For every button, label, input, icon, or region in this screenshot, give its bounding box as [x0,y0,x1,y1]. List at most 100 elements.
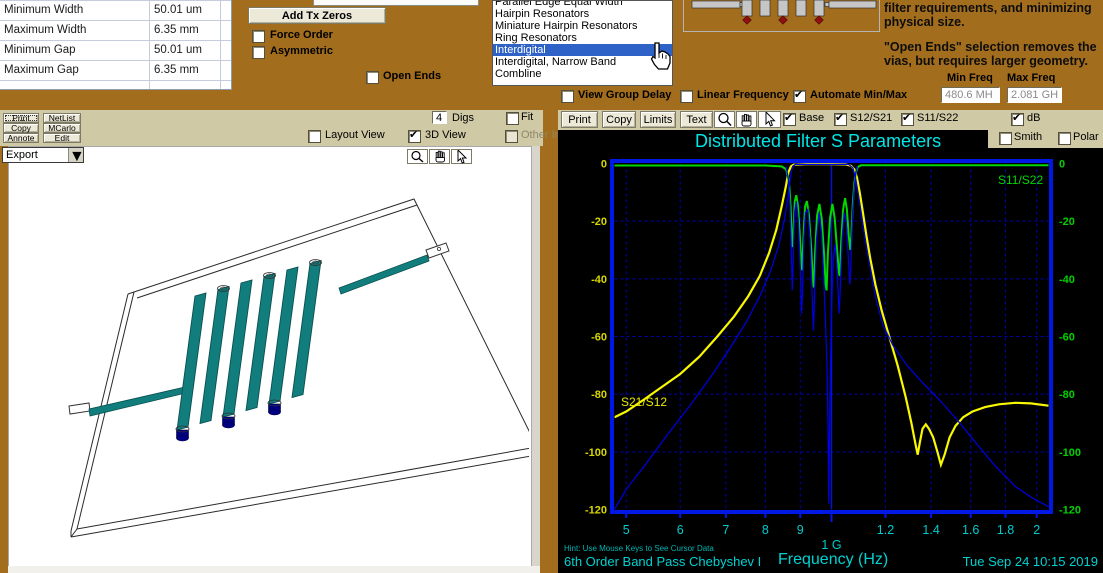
plot-zoom-tool-icon[interactable] [714,111,735,128]
param-value-cell[interactable] [149,81,220,90]
left-button-edit[interactable]: Edit [43,133,81,143]
base-checkbox[interactable]: ✔ [783,113,796,126]
layout-view-label: Layout View [325,129,385,141]
3d-filter-model[interactable] [9,147,529,565]
table-scroll-column[interactable] [220,21,230,40]
table-scroll-column[interactable] [220,1,230,20]
param-label-cell: Minimum Gap [0,41,149,60]
3d-view-panel[interactable] [8,146,540,566]
plot-button-text[interactable]: Text [680,111,713,128]
y-tick-label-left: -60 [591,332,607,344]
param-value-cell[interactable]: 50.01 um [149,41,220,60]
s11-s22-checkbox[interactable]: ✔ [901,113,914,126]
table-row: Minimum Gap50.01 um [0,40,231,60]
db-checkbox[interactable]: ✔ [1011,113,1024,126]
linear-frequency-label: Linear Frequency [697,89,789,101]
x-tick-label: 5 [623,523,630,537]
description-paragraph-1: filter requirements, and minimizing phys… [884,1,1103,29]
table-scroll-column[interactable] [220,41,230,60]
automate-minmax-label: Automate Min/Max [810,89,907,101]
clipped-control [313,0,479,6]
table-row [0,80,231,90]
max-freq-field[interactable]: 2.081 GH [1007,87,1062,103]
plot-button-limits[interactable]: Limits [640,111,676,128]
polar-checkbox[interactable] [1058,132,1071,145]
param-value-cell[interactable]: 6.35 mm [149,61,220,80]
x-tick-label: 9 [797,523,804,537]
y-tick-label-right: 0 [1059,159,1065,171]
smith-checkbox[interactable] [999,132,1012,145]
zoom-tool-icon[interactable] [407,149,428,164]
list-item-0[interactable]: Parallel Edge Equal Width [493,0,672,8]
filter-description: 6th Order Band Pass Chebyshev I [564,554,761,569]
interdigital-schematic [683,0,880,32]
table-row: Maximum Width6.35 mm [0,20,231,40]
y-tick-label-right: -20 [1059,216,1075,228]
other-info-checkbox [505,130,518,143]
hand-cursor-icon [645,42,672,74]
3d-view-hscrollbar[interactable] [8,566,540,573]
x-tick-label: 8 [762,523,769,537]
polar-label: Polar [1073,131,1099,143]
left-button-copy[interactable]: Copy [3,123,39,133]
linear-frequency-checkbox[interactable] [680,90,693,103]
plot-timestamp: Tue Sep 24 10:15 2019 [958,554,1098,569]
x-tick-label: 1.8 [997,523,1014,537]
left-button-annote[interactable]: Annote [3,133,39,143]
x-tick-label: 1 G [821,538,841,552]
table-row: Minimum Width50.01 um [0,0,231,20]
param-value-cell[interactable]: 50.01 um [149,1,220,20]
force-order-label: Force Order [270,29,333,41]
param-label-cell: Maximum Width [0,21,149,40]
dropdown-arrow-icon[interactable]: ▼ [68,148,83,162]
plot-pan-hand-tool-icon[interactable] [736,111,757,128]
3d-view-checkbox[interactable]: ✔ [408,130,421,143]
open-ends-checkbox[interactable] [366,71,379,84]
limits-table: Minimum Width50.01 umMaximum Width6.35 m… [0,0,232,90]
view-group-delay-label: View Group Delay [578,89,671,101]
left-button-print[interactable]: Print [3,113,39,123]
s-parameter-plot[interactable]: 567891 G1.21.41.61.8200-20-20-40-40-60-6… [558,130,1103,573]
x-tick-label: 1.6 [962,523,979,537]
x-axis-title: Frequency (Hz) [778,551,888,569]
table-scroll-column[interactable] [220,61,230,80]
list-item-2[interactable]: Miniature Hairpin Resonators [493,20,672,32]
plot-button-print[interactable]: Print [561,111,598,128]
y-tick-label-left: -40 [591,274,607,286]
param-value-cell[interactable]: 6.35 mm [149,21,220,40]
add-tx-zeros-button[interactable]: Add Tx Zeros [248,7,386,24]
export-dropdown-value: Export [6,149,38,161]
force-order-checkbox[interactable] [252,30,265,43]
3d-view-vscrollbar[interactable] [531,146,540,566]
param-label-cell: Maximum Gap [0,61,149,80]
y-tick-label-right: -100 [1059,447,1081,459]
pan-hand-tool-icon[interactable] [429,149,450,164]
x-tick-label: 1.2 [877,523,894,537]
param-label-cell: Minimum Width [0,1,149,20]
3d-view-label: 3D View [425,129,466,141]
plot-canvas[interactable]: 567891 G1.21.41.61.8200-20-20-40-40-60-6… [558,130,1103,573]
export-dropdown[interactable]: Export ▼ [2,147,84,163]
digs-field[interactable]: 4 [432,111,447,124]
s12-s21-checkbox[interactable]: ✔ [834,113,847,126]
x-tick-label: 6 [677,523,684,537]
table-scroll-column[interactable] [220,81,230,90]
fit-checkbox[interactable] [506,112,519,125]
select-arrow-tool-icon[interactable] [451,149,472,164]
y-tick-label-left: -120 [585,505,607,517]
view-group-delay-checkbox[interactable] [561,90,574,103]
s11-s22-label: S11/S22 [917,112,958,124]
base-label: Base [799,112,824,124]
automate-minmax-checkbox[interactable]: ✔ [793,90,806,103]
left-button-netlist[interactable]: NetList [43,113,81,123]
plot-button-copy[interactable]: Copy [602,111,636,128]
layout-view-checkbox[interactable] [308,130,321,143]
x-tick-label: 2 [1033,523,1040,537]
list-item-1[interactable]: Hairpin Resonators [493,8,672,20]
smith-label: Smith [1014,131,1042,143]
min-freq-field[interactable]: 480.6 MH [941,87,1000,103]
left-button-mcarlo[interactable]: MCarlo [43,123,81,133]
y-tick-label-left: -100 [585,447,607,459]
asymmetric-checkbox[interactable] [252,46,265,59]
plot-select-arrow-tool-icon[interactable] [758,111,781,128]
